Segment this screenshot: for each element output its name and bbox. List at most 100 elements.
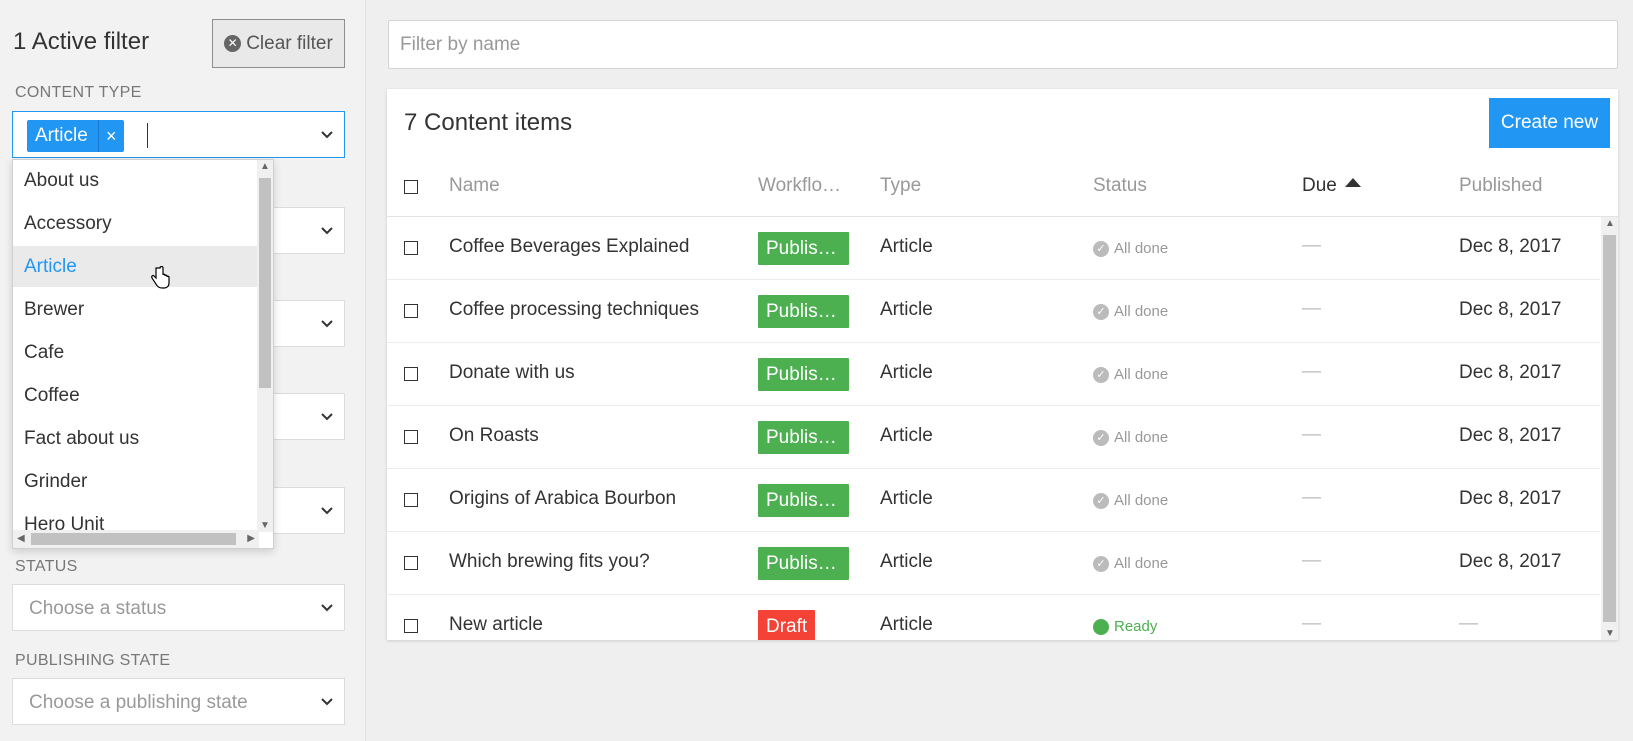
filter-by-name-input[interactable]: Filter by name (388, 20, 1618, 69)
dropdown-option[interactable]: Coffee (13, 375, 257, 416)
dropdown-vertical-scrollbar[interactable]: ▲ ▼ (257, 160, 273, 532)
workflow-badge: Publis… (758, 232, 849, 265)
scroll-down-icon[interactable]: ▼ (260, 520, 270, 531)
status-text: All done (1114, 303, 1169, 320)
table-row[interactable]: Coffee Beverages Explained Publis… Artic… (387, 217, 1600, 280)
table-row[interactable]: Origins of Arabica Bourbon Publis… Artic… (387, 469, 1600, 532)
scroll-up-icon[interactable]: ▲ (260, 161, 270, 172)
scroll-thumb[interactable] (259, 178, 271, 388)
check-circle-icon: ✓ (1093, 303, 1109, 320)
row-checkbox[interactable] (404, 556, 418, 570)
chevron-down-icon[interactable] (320, 224, 334, 238)
publishing-state-placeholder: Choose a publishing state (29, 692, 248, 713)
item-name[interactable]: On Roasts (449, 425, 539, 447)
row-checkbox[interactable] (404, 619, 418, 633)
dropdown-option[interactable]: Fact about us (13, 418, 257, 459)
item-published: Dec 8, 2017 (1459, 236, 1562, 257)
workflow-badge: Publis… (758, 295, 849, 328)
chevron-down-icon[interactable] (320, 410, 334, 424)
scroll-left-icon[interactable]: ◀ (17, 533, 25, 544)
chevron-down-icon[interactable] (320, 695, 334, 709)
due-header-label: Due (1302, 175, 1337, 196)
column-header-workflow[interactable]: Workflo… (758, 175, 841, 197)
select-all-checkbox[interactable] (404, 180, 418, 194)
item-due: — (1302, 550, 1321, 571)
text-caret (147, 123, 148, 148)
chevron-down-icon[interactable] (320, 128, 334, 142)
item-type: Article (880, 614, 933, 635)
column-header-name[interactable]: Name (449, 175, 500, 197)
dropdown-option[interactable]: Grinder (13, 461, 257, 502)
status-label: STATUS (15, 558, 78, 575)
item-type: Article (880, 551, 933, 572)
status-select[interactable]: Choose a status (12, 584, 345, 631)
scroll-right-icon[interactable]: ▶ (247, 533, 255, 544)
check-circle-icon: ✓ (1093, 492, 1109, 509)
item-published: Dec 8, 2017 (1459, 488, 1562, 509)
column-header-due[interactable]: Due (1302, 175, 1361, 197)
filter-sidebar: 1 Active filter ✕ Clear filter CONTENT T… (0, 0, 366, 741)
status-text: Ready (1114, 618, 1158, 635)
item-status: ✓ All done (1093, 240, 1168, 257)
row-checkbox[interactable] (404, 241, 418, 255)
dropdown-option[interactable]: About us (13, 160, 257, 201)
chip-remove-icon[interactable]: × (97, 120, 124, 152)
chevron-down-icon[interactable] (320, 504, 334, 518)
workflow-badge: Publis… (758, 547, 849, 580)
ready-dot-icon (1093, 618, 1109, 635)
workflow-badge: Publis… (758, 484, 849, 517)
scroll-thumb[interactable] (1603, 235, 1616, 622)
item-published: Dec 8, 2017 (1459, 425, 1562, 446)
workflow-badge: Publis… (758, 358, 849, 391)
table-row[interactable]: Which brewing fits you? Publis… Article … (387, 532, 1600, 595)
status-text: All done (1114, 492, 1169, 509)
clear-circle-icon: ✕ (224, 35, 242, 52)
content-type-select[interactable]: Article × (12, 111, 345, 158)
clear-filter-button[interactable]: ✕ Clear filter (212, 19, 345, 68)
publishing-state-select[interactable]: Choose a publishing state (12, 678, 345, 725)
item-name[interactable]: Which brewing fits you? (449, 551, 650, 573)
table-row[interactable]: On Roasts Publis… Article ✓ All done — De… (387, 406, 1600, 469)
row-checkbox[interactable] (404, 493, 418, 507)
check-circle-icon: ✓ (1093, 240, 1109, 257)
hand-cursor-icon (150, 265, 170, 290)
table-row[interactable]: New article Draft Article Ready — — (387, 595, 1600, 640)
column-header-type[interactable]: Type (880, 175, 921, 197)
check-circle-icon: ✓ (1093, 366, 1109, 383)
chevron-down-icon[interactable] (320, 601, 334, 615)
check-circle-icon: ✓ (1093, 429, 1109, 446)
dropdown-option-hovered[interactable]: Article (13, 246, 257, 287)
dropdown-option[interactable]: Brewer (13, 289, 257, 330)
active-filter-title: 1 Active filter (13, 28, 150, 55)
item-name[interactable]: Coffee processing techniques (449, 299, 699, 321)
item-name[interactable]: Origins of Arabica Bourbon (449, 488, 676, 510)
item-type: Article (880, 425, 933, 446)
item-type: Article (880, 236, 933, 257)
scroll-up-icon[interactable]: ▲ (1605, 218, 1615, 229)
dropdown-horizontal-scrollbar[interactable]: ◀ ▶ (13, 530, 259, 548)
column-header-status[interactable]: Status (1093, 175, 1147, 197)
dropdown-option[interactable]: Accessory (13, 203, 257, 244)
item-name[interactable]: Coffee Beverages Explained (449, 236, 689, 258)
chip-label: Article (35, 125, 88, 146)
status-text: All done (1114, 429, 1169, 446)
table-row[interactable]: Donate with us Publis… Article ✓ All done… (387, 343, 1600, 406)
table-row[interactable]: Coffee processing techniques Publis… Art… (387, 280, 1600, 343)
item-name[interactable]: New article (449, 614, 543, 636)
column-header-published[interactable]: Published (1459, 175, 1542, 197)
create-new-button[interactable]: Create new (1489, 98, 1610, 148)
scroll-thumb[interactable] (31, 533, 236, 545)
dropdown-option[interactable]: Cafe (13, 332, 257, 373)
item-published: — (1459, 613, 1478, 634)
item-due: — (1302, 235, 1321, 256)
item-status: ✓ All done (1093, 366, 1168, 383)
table-vertical-scrollbar[interactable]: ▲ ▼ (1601, 217, 1618, 640)
item-name[interactable]: Donate with us (449, 362, 575, 384)
workflow-badge: Publis… (758, 421, 849, 454)
content-items-panel: 7 Content items Create new Name Workflo…… (387, 89, 1618, 640)
row-checkbox[interactable] (404, 304, 418, 318)
chevron-down-icon[interactable] (320, 317, 334, 331)
scroll-down-icon[interactable]: ▼ (1605, 628, 1615, 639)
row-checkbox[interactable] (404, 430, 418, 444)
row-checkbox[interactable] (404, 367, 418, 381)
